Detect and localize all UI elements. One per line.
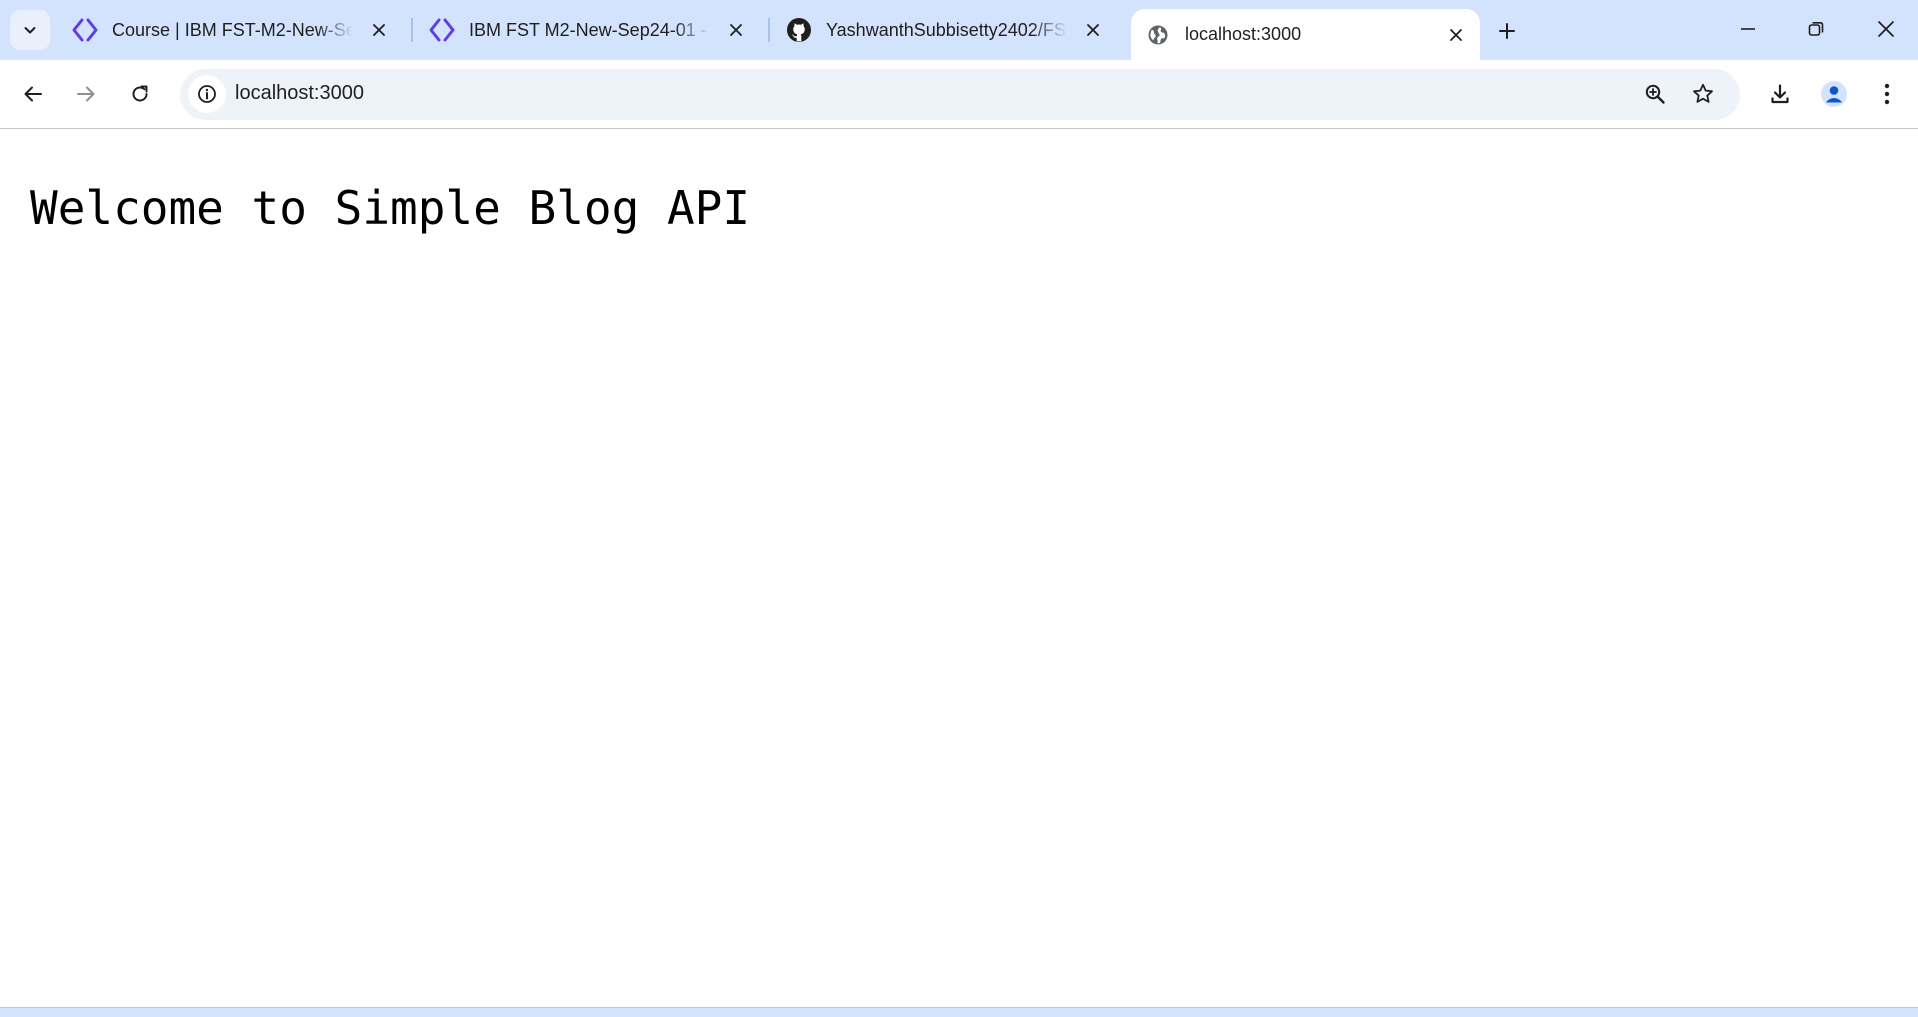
zoom-button[interactable]	[1636, 75, 1674, 113]
tab-close-button[interactable]	[722, 16, 750, 44]
window-bottom-edge	[0, 1007, 1918, 1017]
site-info-button[interactable]	[188, 75, 226, 113]
back-button[interactable]	[12, 73, 54, 115]
tab-github-repo[interactable]: YashwanthSubbisetty2402/FST-M2	[772, 10, 1117, 50]
tab-title: localhost:3000	[1185, 24, 1302, 44]
bookmark-button[interactable]	[1684, 75, 1722, 113]
close-icon	[372, 23, 386, 37]
tab-close-button[interactable]	[1079, 16, 1107, 44]
reload-button[interactable]	[119, 73, 161, 115]
restore-button[interactable]	[1788, 6, 1844, 52]
close-window-button[interactable]	[1858, 6, 1914, 52]
close-icon	[1086, 23, 1100, 37]
close-icon	[1449, 28, 1463, 42]
arrow-right-icon	[75, 83, 97, 105]
tab-close-button[interactable]	[365, 16, 393, 44]
tab-strip: Course | IBM FST-M2-New-Sep24-01 IBM FST…	[0, 0, 1918, 60]
browser-toolbar: localhost:3000	[0, 60, 1918, 129]
tab-title: YashwanthSubbisetty2402/FST-M2	[826, 19, 1067, 40]
new-tab-button[interactable]	[1490, 14, 1524, 48]
reload-icon	[129, 83, 151, 105]
close-icon	[1877, 20, 1895, 38]
profile-button[interactable]	[1813, 73, 1855, 115]
plus-icon	[1497, 21, 1517, 41]
tab-localhost[interactable]: localhost:3000	[1131, 9, 1480, 60]
more-vertical-icon	[1884, 83, 1890, 105]
zoom-in-icon	[1644, 83, 1666, 105]
address-bar[interactable]: localhost:3000	[180, 69, 1740, 120]
download-icon	[1768, 82, 1792, 106]
arrow-left-icon	[22, 83, 44, 105]
tab-close-button[interactable]	[1442, 21, 1470, 49]
minimize-icon	[1739, 20, 1757, 38]
close-icon	[729, 23, 743, 37]
page-title: Welcome to Simple Blog API	[30, 181, 751, 235]
tab-title: IBM FST M2-New-Sep24-01 - Course	[469, 19, 710, 40]
chevron-down-icon	[22, 22, 38, 38]
restore-icon	[1807, 20, 1825, 38]
code-brackets-icon	[72, 17, 98, 43]
tab-search-button[interactable]	[10, 10, 50, 50]
browser-window: Course | IBM FST-M2-New-Sep24-01 IBM FST…	[0, 0, 1918, 1017]
minimize-button[interactable]	[1720, 6, 1776, 52]
menu-button[interactable]	[1866, 73, 1908, 115]
tab-ibm-fst-course[interactable]: IBM FST M2-New-Sep24-01 - Course	[415, 10, 760, 50]
tab-separator	[411, 18, 413, 42]
info-icon	[197, 84, 217, 104]
avatar	[1820, 80, 1848, 108]
forward-button[interactable]	[65, 73, 107, 115]
star-icon	[1691, 82, 1715, 106]
tab-course-ibm[interactable]: Course | IBM FST-M2-New-Sep24-01	[58, 10, 403, 50]
tab-title: Course | IBM FST-M2-New-Sep24-01	[112, 19, 353, 40]
globe-icon	[1145, 22, 1171, 48]
address-bar-url[interactable]: localhost:3000	[235, 82, 364, 105]
downloads-button[interactable]	[1759, 73, 1801, 115]
tab-separator	[768, 18, 770, 42]
github-icon	[786, 17, 812, 43]
page-viewport: Welcome to Simple Blog API	[0, 129, 1918, 1007]
code-brackets-icon	[429, 17, 455, 43]
